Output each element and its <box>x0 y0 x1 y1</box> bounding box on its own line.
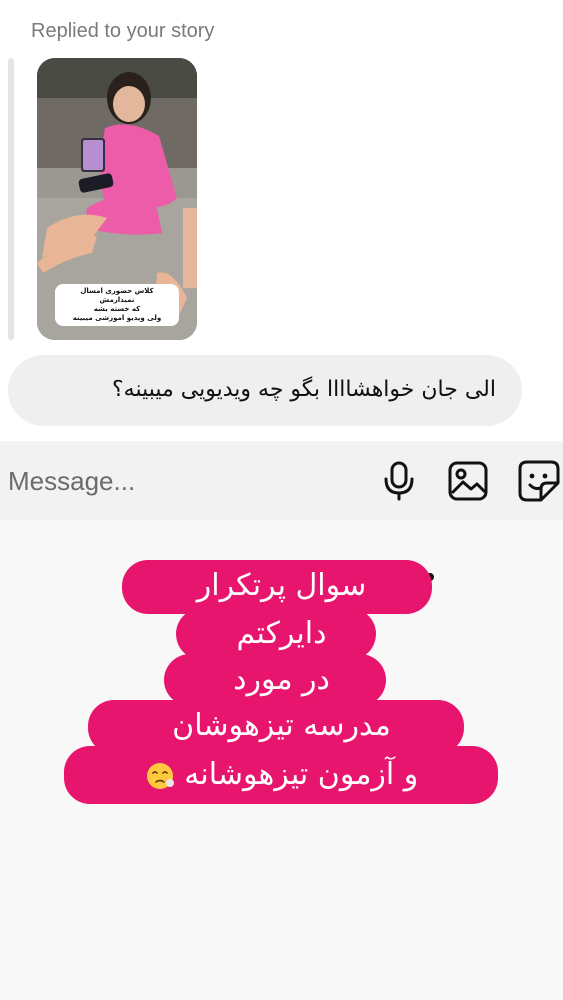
worried-face-icon <box>146 762 174 789</box>
sticker-button[interactable] <box>517 459 561 503</box>
message-composer <box>0 441 563 520</box>
headline-line: و آزمون تیزهوشانه <box>184 757 419 792</box>
headline-line: دایرکتم <box>236 616 327 651</box>
story-caption-line: ولی ویدیو اموزشی میبینه <box>72 314 162 322</box>
story-caption-line: نمیذارمش <box>99 296 135 304</box>
headline-line-last: و آزمون تیزهوشانه <box>0 757 563 792</box>
story-caption-line: کلاس حضوری امسال <box>80 287 154 295</box>
story-caption-line: که خسته بشه <box>93 305 141 313</box>
microphone-button[interactable] <box>377 459 421 503</box>
chat-thread: Replied to your story کلاس حضوری امسال ن… <box>0 0 563 441</box>
message-input[interactable] <box>8 463 258 499</box>
sticker-icon <box>518 460 560 502</box>
reply-message-bubble[interactable]: الی جان خواهشاااا بگو چه ویدیویی میبینه؟ <box>8 355 522 426</box>
gallery-button[interactable] <box>446 459 490 503</box>
reply-message-text: الی جان خواهشاااا بگو چه ویدیویی میبینه؟ <box>111 377 496 402</box>
story-overlay-area: سوال پرتکرار دایرکتم در مورد مدرسه تیزهو… <box>0 520 563 1000</box>
headline-line: در مورد <box>233 662 330 697</box>
story-thumbnail[interactable]: کلاس حضوری امسال نمیذارمش که خسته بشه ول… <box>37 58 197 340</box>
microphone-icon <box>384 461 414 501</box>
replied-to-story-label: Replied to your story <box>31 20 215 42</box>
headline-line: سوال پرتکرار <box>196 568 367 603</box>
story-reply-bar <box>8 58 14 340</box>
story-caption: کلاس حضوری امسال نمیذارمش که خسته بشه ول… <box>55 284 179 326</box>
gallery-icon <box>448 461 488 501</box>
headline-line: مدرسه تیزهوشان <box>172 708 391 743</box>
